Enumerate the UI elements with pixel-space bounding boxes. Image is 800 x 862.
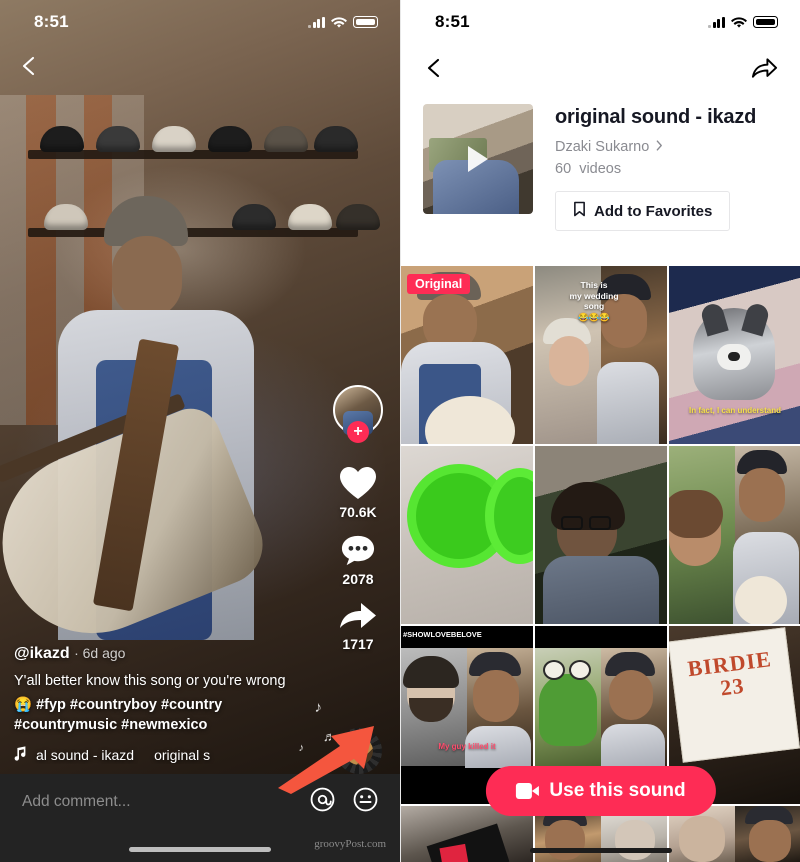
emoji-smiley-icon[interactable] [353,787,378,817]
share-button[interactable]: 1717 [338,601,378,652]
add-comment-input[interactable]: Add comment... [22,793,310,811]
action-rail: + 70.6K 2078 1717 [324,385,392,666]
share-count: 1717 [342,636,374,652]
thumb-caption: This is my wedding song 😂😂😂 [569,280,619,322]
sound-header: original sound - ikazd Dzaki Sukarno 60 … [423,104,756,231]
battery-icon [753,16,778,28]
comment-bar: Add comment... groovyPost.com [0,774,400,862]
video-count-label: videos [579,161,622,177]
add-to-favorites-label: Add to Favorites [594,202,713,220]
comment-bubble-icon [341,535,375,566]
sound-author-link[interactable]: Dzaki Sukarno [555,139,756,155]
thumb-caption: BIRDIE 23 [686,646,773,701]
status-bar: 8:51 [0,0,400,44]
nav-bar [401,46,800,94]
cellular-bars-icon [307,16,325,28]
caption-username-row[interactable]: @ikazd · 6d ago [14,645,314,663]
video-count-number: 60 [555,161,572,177]
video-thumb-3[interactable]: In fact, I can understand [669,266,800,444]
status-time: 8:51 [34,12,69,31]
video-thumb-2[interactable]: This is my wedding song 😂😂😂 [535,266,667,444]
status-bar: 8:51 [401,0,800,44]
use-this-sound-button[interactable]: Use this sound [485,766,716,816]
video-camera-icon [515,783,539,799]
creator-avatar[interactable]: + [333,385,383,443]
music-note-icon [14,745,28,764]
back-button[interactable] [18,55,40,77]
disc-album-art [345,737,373,765]
caption-timestamp: · 6d ago [74,645,126,662]
follow-button[interactable]: + [347,421,369,443]
sound-marquee[interactable]: al sound - ikazd original s [14,745,314,764]
back-button[interactable] [423,57,445,84]
sound-author-name: Dzaki Sukarno [555,139,650,155]
video-thumb-6[interactable] [669,446,800,624]
heart-icon [340,467,376,499]
video-caption: @ikazd · 6d ago Y'all better know this s… [14,645,314,764]
dual-phone-screenshot: 8:51 + 70.6K 2078 1717 @ikazd · 6d ago Y… [0,0,800,862]
sound-cover-thumbnail[interactable] [423,104,533,214]
sound-name-part2: original s [154,746,211,763]
sound-video-count: 60 videos [555,161,756,177]
music-note-icon: ♪ [298,742,305,754]
home-indicator[interactable] [529,848,672,853]
battery-icon [353,16,378,28]
comment-count: 2078 [342,571,374,587]
sound-title: original sound - ikazd [555,106,757,128]
like-count: 70.6K [339,504,377,520]
share-arrow-icon [340,603,376,628]
add-to-favorites-button[interactable]: Add to Favorites [555,191,731,231]
left-phone-video-player: 8:51 + 70.6K 2078 1717 @ikazd · 6d ago Y… [0,0,400,862]
video-thumb-4[interactable] [401,446,533,624]
caption-hashtags-line-2[interactable]: #countrymusic #newmexico [14,715,314,736]
wifi-icon [731,16,747,28]
video-thumb-1[interactable]: Original [401,266,533,444]
video-thumb-5[interactable] [535,446,667,624]
thumb-caption: In fact, I can understand [688,406,781,415]
caption-text: Y'all better know this song or you're wr… [14,673,286,690]
thumb-badge-text: #SHOWLOVEBELOVE [403,630,482,639]
hashtags-1[interactable]: #fyp #countryboy #country [36,697,222,713]
music-note-icon: ♪ [314,699,323,716]
watermark: groovyPost.com [314,838,386,850]
status-icons [707,16,778,28]
sound-name-part1: al sound - ikazd [36,746,135,763]
cellular-bars-icon [707,16,725,28]
caption-username[interactable]: @ikazd [14,645,70,662]
music-note-icon: ♬ [323,729,336,744]
like-button[interactable]: 70.6K [338,465,378,520]
music-disc[interactable] [336,728,382,774]
home-indicator[interactable] [129,847,271,852]
chevron-right-icon [656,139,663,155]
performer-face [112,236,182,318]
at-mention-icon[interactable] [310,787,335,817]
caption-emoji: 😭 [14,696,33,713]
comment-button[interactable]: 2078 [339,534,377,587]
status-time: 8:51 [435,12,470,31]
use-this-sound-label: Use this sound [549,780,686,801]
original-badge: Original [407,274,471,294]
wifi-icon [331,16,347,28]
right-phone-sound-detail: 8:51 original sound - ikazd Dzaki Sukarn… [400,0,800,862]
bookmark-icon [573,201,586,221]
caption-hashtags-line-1[interactable]: 😭 #fyp #countryboy #country [14,695,314,716]
share-button[interactable] [751,56,778,85]
play-triangle-icon [468,146,488,172]
status-icons [307,16,378,28]
thumb-caption: My guy killed it [438,742,496,751]
